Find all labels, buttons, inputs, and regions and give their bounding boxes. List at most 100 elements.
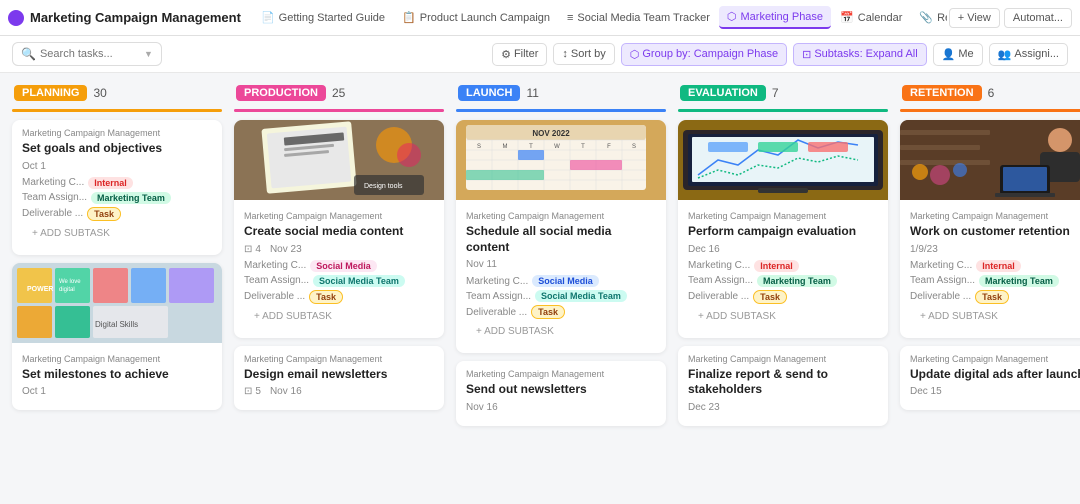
add-view-button[interactable]: + View — [949, 8, 1000, 28]
svg-text:S: S — [477, 144, 481, 150]
doc-icon: 📄 — [261, 11, 275, 24]
tag-internal: Internal — [976, 260, 1021, 272]
card-set-goals[interactable]: Marketing Campaign Management Set goals … — [12, 120, 222, 255]
me-button[interactable]: 👤 Me — [933, 43, 983, 66]
card-finalize-report[interactable]: Marketing Campaign Management Finalize r… — [678, 346, 888, 426]
dropdown-icon[interactable]: ▼ — [144, 49, 153, 59]
card-date: Oct 1 — [22, 386, 212, 397]
card-marketing-row: Marketing C... Social Media — [466, 275, 656, 287]
production-badge: PRODUCTION — [236, 85, 326, 101]
card-meta: Marketing Campaign Management — [22, 354, 212, 364]
svg-text:NOV 2022: NOV 2022 — [532, 129, 570, 138]
card-title: Create social media content — [244, 224, 434, 240]
card-deliverable-row: Deliverable ... Task — [22, 207, 212, 221]
card-date: ⊡ 5 Nov 16 — [244, 386, 434, 397]
card-body: Marketing Campaign Management Schedule a… — [456, 203, 666, 353]
tag-task: Task — [87, 207, 121, 221]
calendar-icon: 📅 — [840, 11, 854, 24]
card-title: Set goals and objectives — [22, 141, 212, 157]
automate-button[interactable]: Automat... — [1004, 8, 1072, 28]
card-date: Nov 11 — [466, 259, 656, 270]
card-marketing-row: Marketing C... Internal — [910, 260, 1080, 272]
hex-icon: ⬡ — [727, 10, 737, 23]
column-evaluation: EVALUATION 7 Marketing Campaign Manageme… — [678, 85, 888, 485]
toolbar: 🔍 ▼ ⚙ Filter ↕ Sort by ⬡ Group by: Campa… — [0, 36, 1080, 73]
card-meta: Marketing Campaign Management — [244, 354, 434, 364]
card-deliverable-row: Deliverable ... Task — [466, 305, 656, 319]
planning-count: 30 — [93, 86, 106, 100]
card-body: Marketing Campaign Management Create soc… — [234, 203, 444, 338]
app-logo — [8, 10, 24, 26]
tag-marketing-team: Marketing Team — [979, 275, 1059, 287]
filter-button[interactable]: ⚙ Filter — [492, 43, 547, 66]
column-retention: RETENTION 6 — [900, 85, 1080, 485]
card-deliverable-row: Deliverable ... Task — [910, 290, 1080, 304]
card-design-newsletters[interactable]: Marketing Campaign Management Design ema… — [234, 346, 444, 411]
card-date: Oct 1 — [22, 161, 212, 172]
tab-marketing-phase[interactable]: ⬡ Marketing Phase — [719, 6, 831, 29]
svg-text:T: T — [581, 144, 585, 150]
column-production-header: PRODUCTION 25 — [234, 85, 444, 101]
sort-button[interactable]: ↕ Sort by — [553, 43, 614, 65]
tag-task: Task — [975, 290, 1009, 304]
ref-icon: 📎 — [919, 11, 933, 24]
tab-product-launch[interactable]: 📋 Product Launch Campaign — [394, 7, 558, 28]
card-date: 1/9/23 — [910, 244, 1080, 255]
tag-marketing-team: Marketing Team — [91, 192, 171, 204]
card-send-newsletters[interactable]: Marketing Campaign Management Send out n… — [456, 361, 666, 426]
card-date: Dec 15 — [910, 386, 1080, 397]
filter-icon: ⚙ — [501, 48, 511, 61]
retention-line — [900, 109, 1080, 112]
column-evaluation-header: EVALUATION 7 — [678, 85, 888, 101]
person-laptop-image — [900, 120, 1080, 200]
app-title: Marketing Campaign Management — [30, 10, 241, 25]
evaluation-line — [678, 109, 888, 112]
add-subtask-btn[interactable]: + ADD SUBTASK — [22, 224, 212, 247]
add-subtask-btn[interactable]: + ADD SUBTASK — [688, 307, 878, 330]
card-marketing-row: Marketing C... Social Media — [244, 260, 434, 272]
add-subtask-btn[interactable]: + ADD SUBTASK — [466, 322, 656, 345]
svg-text:We love: We love — [59, 279, 81, 285]
group-by-button[interactable]: ⬡ Group by: Campaign Phase — [621, 43, 787, 66]
card-create-social-media[interactable]: Design tools Marketing Campaign Manageme… — [234, 120, 444, 338]
tab-calendar[interactable]: 📅 Calendar — [832, 7, 910, 28]
search-input[interactable] — [40, 48, 140, 60]
launch-line — [456, 109, 666, 112]
tab-ref[interactable]: 📎 Ref. — [911, 7, 946, 28]
toolbar-right: ⚙ Filter ↕ Sort by ⬡ Group by: Campaign … — [492, 43, 1068, 66]
card-meta: Marketing Campaign Management — [466, 211, 656, 221]
add-subtask-btn[interactable]: + ADD SUBTASK — [244, 307, 434, 330]
card-meta: Marketing Campaign Management — [244, 211, 434, 221]
card-marketing-row: Marketing C... Internal — [22, 177, 212, 189]
tag-social-media-team: Social Media Team — [535, 290, 627, 302]
nav-actions: + View Automat... — [949, 8, 1072, 28]
card-work-retention[interactable]: Marketing Campaign Management Work on cu… — [900, 120, 1080, 338]
tab-getting-started[interactable]: 📄 Getting Started Guide — [253, 7, 393, 28]
production-line — [234, 109, 444, 112]
laptop-charts-image — [678, 120, 888, 200]
retention-count: 6 — [988, 86, 995, 100]
column-launch: LAUNCH 11 NOV 2022 S — [456, 85, 666, 485]
add-subtask-btn[interactable]: + ADD SUBTASK — [910, 307, 1080, 330]
column-production: PRODUCTION 25 Design tools Marketing Cam… — [234, 85, 444, 485]
search-box[interactable]: 🔍 ▼ — [12, 42, 162, 66]
card-marketing-row: Marketing C... Internal — [688, 260, 878, 272]
svg-text:M: M — [503, 144, 508, 150]
column-planning: PLANNING 30 Marketing Campaign Managemen… — [12, 85, 222, 485]
planning-badge: PLANNING — [14, 85, 87, 101]
column-planning-header: PLANNING 30 — [12, 85, 222, 101]
svg-text:F: F — [607, 144, 611, 150]
calendar-grid-image: NOV 2022 S M T W T F S — [456, 120, 666, 200]
card-schedule-social-media[interactable]: NOV 2022 S M T W T F S — [456, 120, 666, 353]
tab-social-media-tracker[interactable]: ≡ Social Media Team Tracker — [559, 8, 718, 28]
assignee-button[interactable]: 👥 Assigni... — [989, 43, 1068, 66]
svg-text:T: T — [529, 144, 533, 150]
card-title: Work on customer retention — [910, 224, 1080, 240]
card-update-digital-ads[interactable]: Marketing Campaign Management Update dig… — [900, 346, 1080, 411]
card-title: Schedule all social media content — [466, 224, 656, 255]
card-set-milestones[interactable]: Digital Skills POWER We love digital Mar… — [12, 263, 222, 411]
card-deliverable-row: Deliverable ... Task — [688, 290, 878, 304]
subtasks-button[interactable]: ⊡ Subtasks: Expand All — [793, 43, 927, 66]
card-perform-evaluation[interactable]: Marketing Campaign Management Perform ca… — [678, 120, 888, 338]
tag-task: Task — [309, 290, 343, 304]
